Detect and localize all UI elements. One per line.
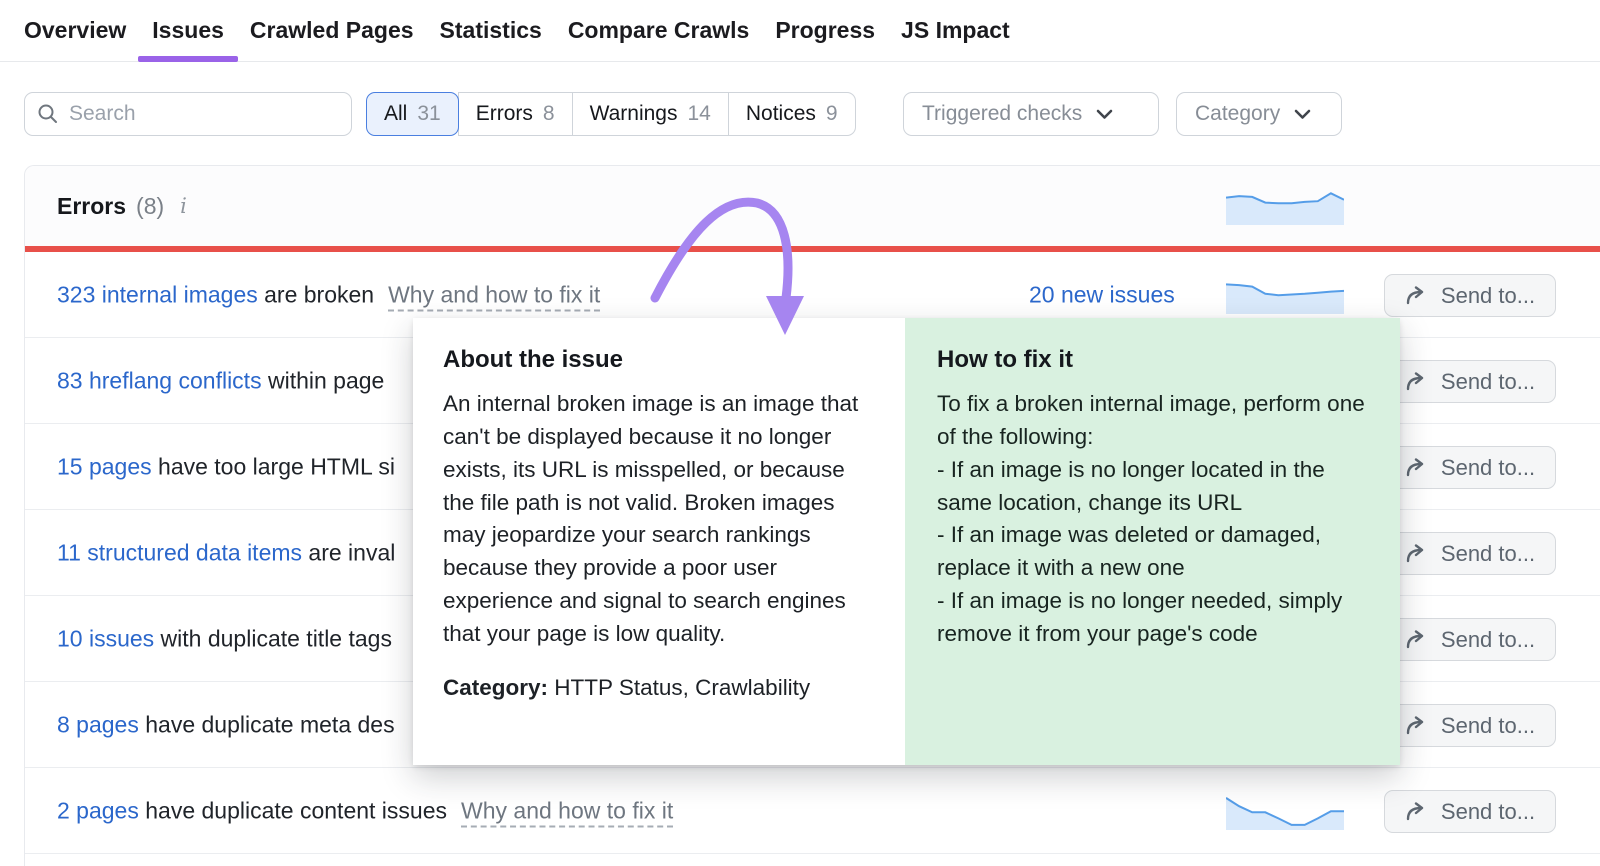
issue-description: within page [262,367,385,393]
info-icon[interactable]: i [180,194,187,218]
tab-statistics[interactable]: Statistics [440,0,542,62]
issue-description: have duplicate meta des [139,711,395,737]
filter-all-label: All [384,102,407,126]
send-arrow-icon [1405,802,1429,821]
send-to-button[interactable]: Send to... [1384,618,1556,661]
filter-warnings[interactable]: Warnings 14 [572,92,729,136]
issue-description: have too large HTML si [152,453,395,479]
issue-description: with duplicate title tags [154,625,392,651]
filter-notices[interactable]: Notices 9 [728,92,856,136]
tab-issues[interactable]: Issues [152,0,224,62]
issue-description: are inval [302,539,395,565]
search-box[interactable] [24,92,352,136]
why-how-to-fix-link[interactable]: Why and how to fix it [388,281,600,311]
issue-description: have duplicate content issues [139,797,447,823]
send-to-button[interactable]: Send to... [1384,274,1556,317]
filter-notices-count: 9 [826,102,838,126]
chevron-down-icon [1096,109,1113,120]
tab-crawled-pages[interactable]: Crawled Pages [250,0,414,62]
send-to-label: Send to... [1441,713,1535,739]
issue-count-link[interactable]: 83 hreflang conflicts [57,367,262,393]
send-arrow-icon [1405,544,1429,563]
chevron-down-icon [1294,109,1311,120]
send-to-label: Send to... [1441,627,1535,653]
issue-row-duplicate-content: 2 pages have duplicate content issues Why… [25,768,1600,854]
new-issues-link[interactable]: 20 new issues [1029,281,1175,308]
section-title: Errors [57,193,126,220]
send-to-button[interactable]: Send to... [1384,532,1556,575]
issue-trend-sparkline [1226,274,1344,314]
send-to-label: Send to... [1441,283,1535,309]
issue-count-link[interactable]: 323 internal images [57,281,258,307]
top-nav: Overview Issues Crawled Pages Statistics… [0,0,1600,62]
send-to-label: Send to... [1441,541,1535,567]
send-arrow-icon [1405,286,1429,305]
errors-trend-sparkline [1226,185,1344,225]
errors-card-header: Errors (8) i [25,166,1600,246]
about-title: About the issue [443,346,875,374]
filter-all-count: 31 [417,102,440,126]
about-body: An internal broken image is an image tha… [443,388,875,651]
filter-notices-label: Notices [746,102,816,126]
issue-count-link[interactable]: 10 issues [57,625,154,651]
send-to-label: Send to... [1441,455,1535,481]
triggered-checks-dropdown[interactable]: Triggered checks [903,92,1159,136]
issue-details-popup: About the issue An internal broken image… [413,318,1400,765]
search-icon [37,103,59,125]
send-arrow-icon [1405,372,1429,391]
filter-errors-label: Errors [476,102,533,126]
fix-body: To fix a broken internal image, perform … [937,388,1368,651]
filter-errors-count: 8 [543,102,555,126]
category-dropdown[interactable]: Category [1176,92,1342,136]
issue-count-link[interactable]: 2 pages [57,797,139,823]
send-arrow-icon [1405,458,1429,477]
search-input[interactable] [69,102,339,126]
issue-count-link[interactable]: 11 structured data items [57,539,302,565]
send-to-label: Send to... [1441,369,1535,395]
issue-count-link[interactable]: 8 pages [57,711,139,737]
category-line-value: HTTP Status, Crawlability [548,675,810,700]
filter-all[interactable]: All 31 [366,92,459,136]
send-arrow-icon [1405,630,1429,649]
tab-js-impact[interactable]: JS Impact [901,0,1010,62]
send-to-button[interactable]: Send to... [1384,446,1556,489]
filter-errors[interactable]: Errors 8 [458,92,573,136]
fix-title: How to fix it [937,346,1368,374]
tab-progress[interactable]: Progress [775,0,875,62]
issue-count-link[interactable]: 15 pages [57,453,152,479]
tab-compare-crawls[interactable]: Compare Crawls [568,0,750,62]
send-to-button[interactable]: Send to... [1384,704,1556,747]
send-to-button[interactable]: Send to... [1384,790,1556,833]
send-to-label: Send to... [1441,799,1535,825]
category-line-label: Category: [443,675,548,700]
severity-filter: All 31 Errors 8 Warnings 14 Notices 9 [366,92,856,136]
about-the-issue-panel: About the issue An internal broken image… [413,318,905,765]
filter-warnings-count: 14 [687,102,710,126]
send-arrow-icon [1405,716,1429,735]
issue-description: are broken [258,281,374,307]
section-count: (8) [136,193,164,220]
tab-overview[interactable]: Overview [24,0,126,62]
category-line: Category: HTTP Status, Crawlability [443,675,875,701]
category-label: Category [1195,102,1280,126]
filter-warnings-label: Warnings [590,102,678,126]
how-to-fix-panel: How to fix it To fix a broken internal i… [905,318,1400,765]
why-how-to-fix-link[interactable]: Why and how to fix it [461,797,673,827]
filter-bar: All 31 Errors 8 Warnings 14 Notices 9 Tr… [0,92,1600,136]
triggered-checks-label: Triggered checks [922,102,1082,126]
issue-trend-sparkline [1226,790,1344,830]
send-to-button[interactable]: Send to... [1384,360,1556,403]
